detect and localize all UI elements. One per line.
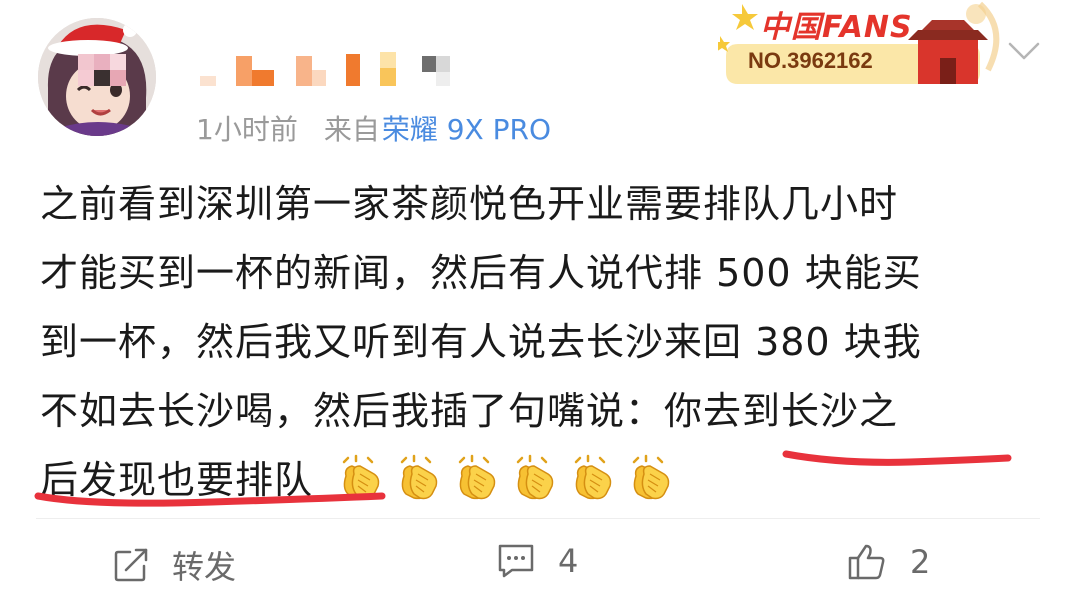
comment-button[interactable]: 4 <box>496 542 578 580</box>
username-blurred[interactable] <box>196 50 476 90</box>
clapping-hands-icon <box>632 454 670 499</box>
repost-icon <box>114 548 148 582</box>
source-device-link[interactable]: 荣耀 9X PRO <box>382 108 551 148</box>
repost-label: 转发 <box>172 548 237 586</box>
post-meta: 1小时前 来自 荣耀 9X PRO <box>196 106 551 150</box>
repost-button[interactable]: 转发 <box>112 542 236 588</box>
like-count: 2 <box>910 543 931 581</box>
comment-icon <box>498 544 534 578</box>
avatar[interactable] <box>38 18 156 136</box>
clapping-hands-icon <box>574 454 612 499</box>
comment-count: 4 <box>558 542 579 580</box>
clapping-hands-icon <box>516 454 554 499</box>
red-underline-stroke <box>34 492 386 507</box>
clapping-hands-icon <box>458 454 496 499</box>
clapping-hands-icon <box>400 454 438 499</box>
fans-badge[interactable]: 中国FANS NO.3962162 <box>718 0 1008 90</box>
post-content-line: 不如去长沙喝，然后我插了句嘴说：你去到长沙之 <box>40 389 899 433</box>
action-bar: 转发 4 2 <box>0 520 1080 595</box>
post-content-line: 之前看到深圳第一家茶颜悦色开业需要排队几小时 <box>40 182 899 226</box>
thumbs-up-icon <box>848 544 885 580</box>
post-time: 1小时前 <box>196 113 298 146</box>
fans-badge-number: NO.3962162 <box>748 48 873 73</box>
fans-badge-title: 中国FANS <box>760 10 913 45</box>
chevron-down-icon[interactable] <box>1006 38 1042 64</box>
divider <box>36 518 1040 519</box>
weibo-post: 1小时前 来自 荣耀 9X PRO 中国FANS NO.3962162 之前看到… <box>0 0 1080 595</box>
post-content-line: 到一杯，然后我又听到有人说去长沙来回 380 块我 <box>40 320 922 364</box>
post-content-line: 才能买到一杯的新闻，然后有人说代排 500 块能买 <box>40 251 922 295</box>
red-underline-stroke <box>782 450 1012 466</box>
source-prefix: 来自 <box>323 113 380 146</box>
like-button[interactable]: 2 <box>846 542 930 582</box>
